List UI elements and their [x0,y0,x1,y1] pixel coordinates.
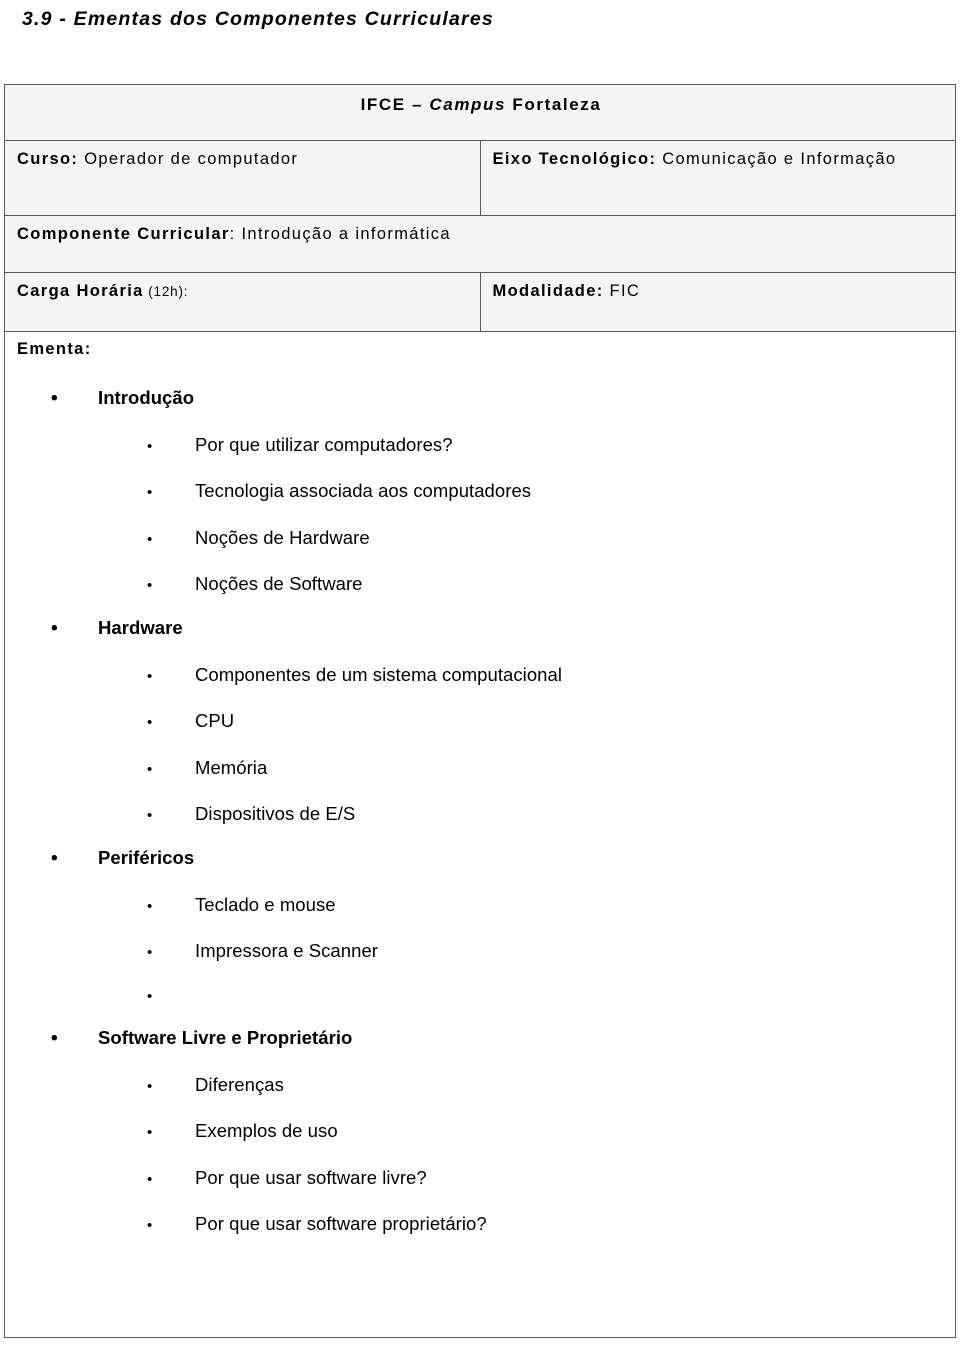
bullet-icon: • [51,1027,58,1049]
list-item: • Memória [5,756,955,778]
bullet-icon: • [147,577,153,595]
list-item-label: Dispositivos de E/S [195,803,356,825]
list-item: • Exemplos de uso [5,1122,955,1141]
bullet-icon: • [147,944,153,962]
list-item-label: Por que usar software proprietário? [195,1213,487,1235]
list-item-label: Software Livre e Proprietário [98,1026,353,1048]
bullet-icon: • [147,1217,153,1235]
page-title: 3.9 - Ementas dos Componentes Curricular… [22,8,494,30]
list-item: • Por que usar software livre? [5,1166,955,1188]
bullet-icon: • [147,484,153,502]
table-row-carga-horaria: Carga Horária (12h): Modalidade: FIC [4,272,956,332]
institution-cell: IFCE – Campus Fortaleza [4,84,956,141]
carga-horaria-label: Carga Horária [17,282,144,300]
list-item-label: Noções de Hardware [195,526,370,548]
bullet-icon: • [147,667,153,685]
list-item: • Componentes de um sistema computacional [5,663,955,685]
list-item-label: CPU [195,710,235,732]
bullet-icon: • [51,387,58,409]
bullet-icon: • [51,847,58,869]
list-item-label: Introdução [98,386,195,408]
componente-curricular-value: Introdução a informática [235,225,451,243]
list-item: • Noções de Hardware [5,526,955,548]
bullet-icon: • [147,1124,153,1142]
institution-prefix: IFCE – [360,95,430,114]
list-item: • [5,989,955,1004]
list-item-label: Tecnologia associada aos computadores [195,480,532,502]
modalidade-cell: Modalidade: FIC [479,272,956,332]
list-item: • Impressora e Scanner [5,942,955,961]
table-row-institution: IFCE – Campus Fortaleza [4,84,956,141]
list-item-label: Teclado e mouse [195,893,336,915]
bullet-icon: • [147,714,153,732]
ementa-table: IFCE – Campus Fortaleza Curso: Operador … [4,84,956,1338]
carga-horaria-note: (12h): [143,284,189,299]
bullet-icon: • [147,530,153,548]
institution-emphasis: Campus [429,95,507,114]
table-row-componente: Componente Curricular: Introdução a info… [4,215,956,273]
carga-horaria-cell: Carga Horária (12h): [4,272,481,332]
list-item-label: Exemplos de uso [195,1120,338,1142]
list-item-label: Impressora e Scanner [195,940,379,962]
list-item-label: Componentes de um sistema computacional [195,663,562,685]
table-row-ementa: Ementa: • Introdução • Por que utilizar com… [4,331,956,1338]
list-item: • Por que utilizar computadores? [5,433,955,455]
list-item: • Diferenças [5,1073,955,1095]
ementa-outline-list: • Introdução • Por que utilizar computadore… [5,386,955,1234]
list-item: • Teclado e mouse [5,893,955,915]
bullet-icon: • [147,1170,153,1188]
list-item: • Periféricos [5,846,955,869]
bullet-icon: • [147,437,153,455]
list-item: • CPU [5,712,955,731]
modalidade-label: Modalidade: [492,282,604,300]
bullet-icon: • [51,617,58,639]
componente-curricular-cell: Componente Curricular: Introdução a info… [4,215,956,273]
curso-cell: Curso: Operador de computador [4,140,481,216]
bullet-icon: • [147,987,153,1005]
bullet-icon: • [147,1077,153,1095]
list-item-label: Por que usar software livre? [195,1166,427,1188]
list-item-label: Noções de Software [195,573,363,595]
eixo-tecnologico-value: Comunicação e Informação [656,150,897,168]
list-item: • Software Livre e Proprietário [5,1026,955,1049]
modalidade-value: FIC [603,282,641,300]
list-item: • Tecnologia associada aos computadores [5,482,955,501]
list-item-label: Por que utilizar computadores? [195,433,453,455]
ementa-label: Ementa: [17,340,92,358]
curso-value: Operador de computador [78,150,299,168]
list-item: • Dispositivos de E/S [5,805,955,824]
bullet-icon: • [147,760,153,778]
list-item: • Por que usar software proprietário? [5,1215,955,1234]
list-item: • Introdução [5,386,955,409]
bullet-icon: • [147,897,153,915]
list-item-label: Diferenças [195,1073,284,1095]
eixo-tecnologico-cell: Eixo Tecnológico: Comunicação e Informaç… [479,140,956,216]
list-item-label: Periféricos [98,846,195,868]
list-item-label: Memória [195,756,268,778]
institution-suffix: Fortaleza [506,95,602,114]
eixo-tecnologico-label: Eixo Tecnológico: [492,150,657,168]
curso-label: Curso: [17,150,79,168]
list-item-label: Hardware [98,616,183,638]
componente-curricular-label: Componente Curricular [17,225,230,243]
bullet-icon: • [147,807,153,825]
list-item: • Noções de Software [5,575,955,594]
list-item: • Hardware [5,616,955,639]
table-row-curso: Curso: Operador de computador Eixo Tecno… [4,140,956,216]
ementa-cell: Ementa: • Introdução • Por que utilizar com… [4,331,956,1338]
